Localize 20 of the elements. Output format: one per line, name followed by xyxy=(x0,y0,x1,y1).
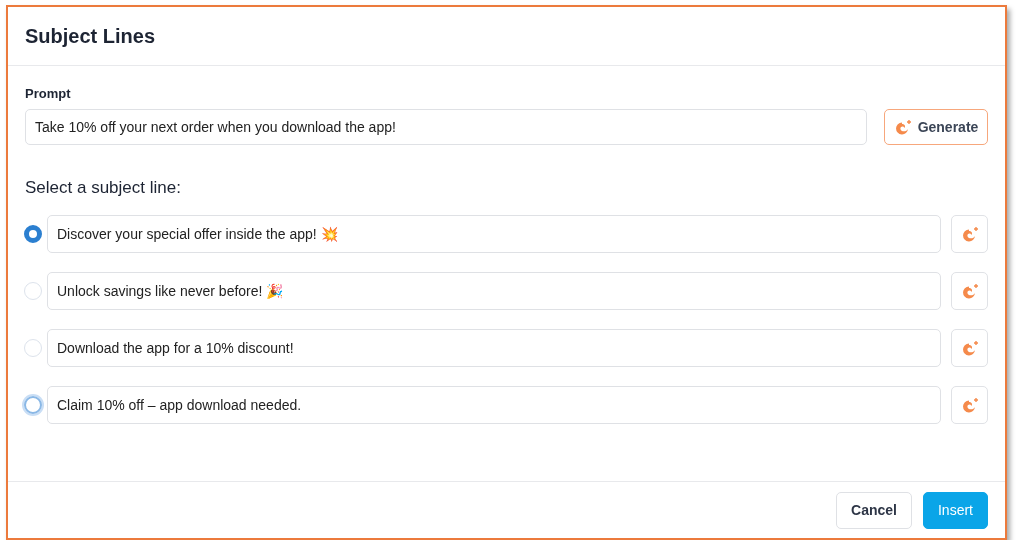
regenerate-button[interactable] xyxy=(951,386,988,424)
sparkle-swirl-icon xyxy=(960,397,979,413)
generate-button[interactable]: Generate xyxy=(884,109,988,145)
radio-button[interactable] xyxy=(24,225,42,243)
subject-line-field[interactable]: Unlock savings like never before! 🎉 xyxy=(47,272,941,310)
sparkle-swirl-icon xyxy=(960,226,979,242)
dialog-title: Subject Lines xyxy=(25,24,156,48)
cancel-button[interactable]: Cancel xyxy=(836,491,912,529)
subject-line-field[interactable]: Discover your special offer inside the app! 💥 xyxy=(47,215,941,253)
sparkle-swirl-icon xyxy=(960,283,979,299)
prompt-field[interactable]: Take 10% off your next order when you download the app! xyxy=(25,109,867,145)
subject-line-field[interactable]: Download the app for a 10% discount! xyxy=(47,329,941,367)
regenerate-button[interactable] xyxy=(951,329,988,367)
prompt-label: Prompt xyxy=(25,86,72,101)
options-heading: Select a subject line: xyxy=(25,178,182,198)
subject-line-field[interactable]: Claim 10% off – app download needed. xyxy=(47,386,941,424)
regenerate-button[interactable] xyxy=(951,272,988,310)
regenerate-button[interactable] xyxy=(951,215,988,253)
sparkle-swirl-icon xyxy=(893,119,912,135)
sparkle-swirl-icon xyxy=(960,340,979,356)
